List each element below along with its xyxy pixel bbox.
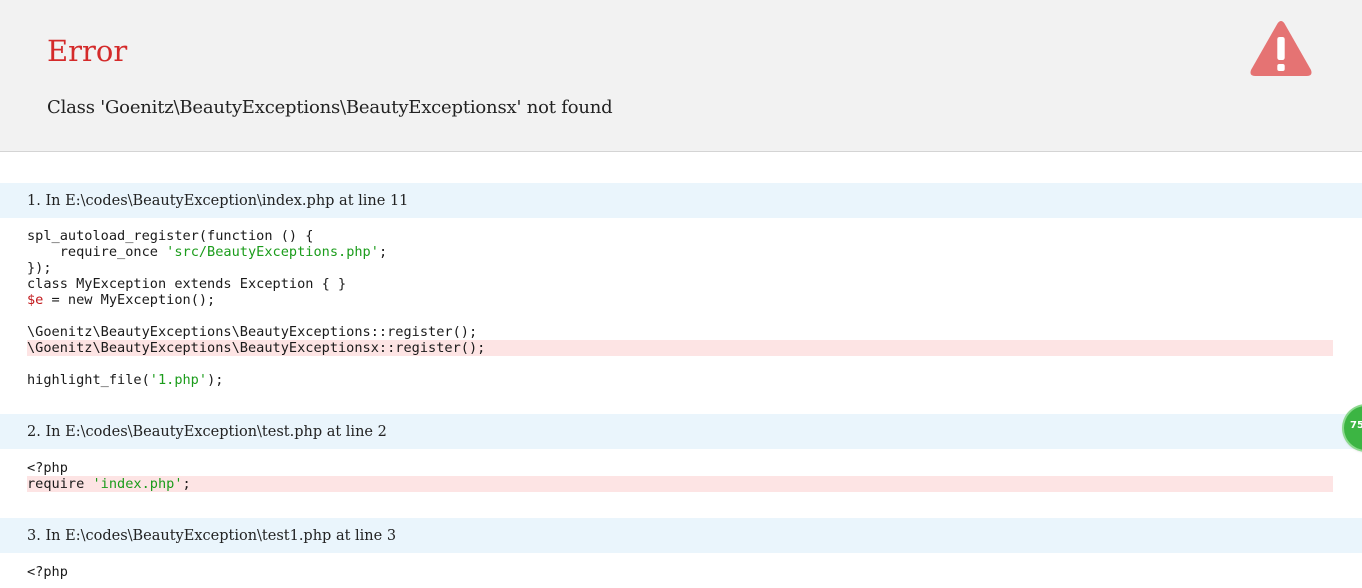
code-token: <?php	[27, 460, 68, 476]
error-title: Error	[47, 34, 128, 68]
code-token: $e	[27, 292, 44, 308]
stack-frame-title: 3. In E:\codes\BeautyException\test1.php…	[27, 528, 397, 544]
stack-frame-header-1[interactable]: 1. In E:\codes\BeautyException\index.php…	[0, 183, 1362, 218]
code-token: );	[207, 372, 224, 388]
code-token: 'src/BeautyExceptions.php'	[166, 244, 379, 260]
code-token: <?php	[27, 564, 68, 580]
code-token: });	[27, 260, 52, 276]
code-line-highlighted: require 'index.php';	[27, 476, 1333, 492]
stack-frame-header-2[interactable]: 2. In E:\codes\BeautyException\test.php …	[0, 414, 1362, 449]
code-token: require	[27, 476, 93, 492]
warning-triangle-icon	[1250, 21, 1312, 76]
stack-frame-title: 2. In E:\codes\BeautyException\test.php …	[27, 424, 387, 440]
code-line: spl_autoload_register(function () {	[27, 228, 1333, 244]
code-token: highlight_file(	[27, 372, 150, 388]
code-token: 'index.php'	[92, 476, 183, 492]
code-line: require_once 'src/BeautyExceptions.php';	[27, 244, 1333, 260]
code-token: ;	[182, 476, 191, 492]
code-token: require_once	[27, 244, 167, 260]
badge-label: 75	[1350, 420, 1362, 431]
code-line: ​	[27, 356, 1333, 372]
error-header: Error Class 'Goenitz\BeautyExceptions\Be…	[0, 0, 1362, 152]
code-line-highlighted: \Goenitz\BeautyExceptions\BeautyExceptio…	[27, 340, 1333, 356]
code-token: ;	[378, 244, 388, 260]
code-line: class MyException extends Exception { }	[27, 276, 1333, 292]
code-token: class MyException extends Exception { }	[27, 276, 347, 292]
code-line: \Goenitz\BeautyExceptions\BeautyExceptio…	[27, 324, 1333, 340]
code-line: <?php	[27, 564, 1333, 580]
code-snippet-2: <?php require 'index.php';	[27, 460, 1333, 492]
code-token: = new MyException();	[43, 292, 216, 308]
code-line: $e = new MyException();	[27, 292, 1333, 308]
code-token: spl_autoload_register(function () {	[27, 228, 314, 244]
error-message: Class 'Goenitz\BeautyExceptions\BeautyEx…	[47, 97, 613, 118]
code-token: '1.php'	[149, 372, 208, 388]
code-line: });	[27, 260, 1333, 276]
code-line: highlight_file('1.php');	[27, 372, 1333, 388]
code-token: \Goenitz\BeautyExceptions\BeautyExceptio…	[27, 340, 486, 356]
code-line: <?php	[27, 460, 1333, 476]
stack-frame-header-3[interactable]: 3. In E:\codes\BeautyException\test1.php…	[0, 518, 1362, 553]
code-snippet-1: spl_autoload_register(function () { requ…	[27, 228, 1333, 388]
code-token: \Goenitz\BeautyExceptions\BeautyExceptio…	[27, 324, 478, 340]
stack-frame-title: 1. In E:\codes\BeautyException\index.php…	[27, 193, 409, 209]
code-line: ​	[27, 308, 1333, 324]
code-snippet-3: <?php	[27, 564, 1333, 580]
